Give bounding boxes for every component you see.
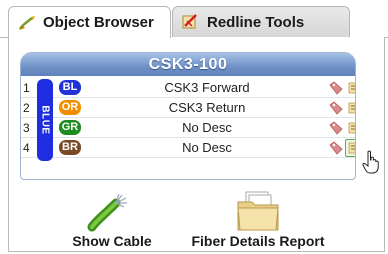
- tag-icon[interactable]: [329, 121, 343, 135]
- table-row[interactable]: 4 BR No Desc: [21, 138, 356, 158]
- edit-details-icon[interactable]: [348, 141, 356, 155]
- tab-bar: Object Browser Redline Tools: [0, 0, 388, 38]
- edit-details-icon[interactable]: [348, 121, 356, 135]
- fiber-description: No Desc: [182, 120, 232, 135]
- tab-redline-tools-label: Redline Tools: [207, 13, 305, 31]
- folder-report-icon[interactable]: [236, 190, 280, 232]
- row-number: 1: [23, 81, 30, 95]
- object-browser-icon: [18, 15, 35, 30]
- hand-pointer-icon: [362, 150, 379, 174]
- buffer-tube-blue: BLUE: [37, 79, 53, 161]
- redline-tools-icon: [182, 14, 197, 29]
- fiber-description: No Desc: [182, 140, 232, 155]
- fiber-description: CSK3 Forward: [164, 80, 250, 95]
- tag-icon[interactable]: [329, 141, 343, 155]
- tab-object-browser-label: Object Browser: [43, 14, 154, 31]
- fiber-color-badge: BR: [59, 140, 81, 155]
- fiber-color-badge: BL: [59, 80, 81, 95]
- fiber-details-report-label: Fiber Details Report: [191, 233, 325, 249]
- cable-title: CSK3-100: [21, 53, 355, 76]
- cable-table: CSK3-100 1 BL CSK3 Forward 2 OR CSK3 Ret…: [20, 52, 356, 180]
- tag-icon[interactable]: [329, 81, 343, 95]
- row-number: 2: [23, 101, 30, 115]
- show-cable-label: Show Cable: [72, 233, 152, 249]
- edit-details-icon[interactable]: [348, 101, 356, 115]
- tab-object-browser[interactable]: Object Browser: [8, 6, 171, 38]
- table-row[interactable]: 1 BL CSK3 Forward: [21, 78, 356, 98]
- row-number: 4: [23, 141, 30, 155]
- fiber-cable-icon[interactable]: [86, 193, 130, 233]
- tab-redline-tools[interactable]: Redline Tools: [172, 6, 350, 37]
- table-row[interactable]: 3 GR No Desc: [21, 118, 356, 138]
- fiber-color-badge: GR: [59, 120, 81, 135]
- edit-details-icon[interactable]: [348, 81, 356, 95]
- tag-icon[interactable]: [329, 101, 343, 115]
- fiber-color-badge: OR: [59, 100, 81, 115]
- row-number: 3: [23, 121, 30, 135]
- buffer-tube-label: BLUE: [39, 105, 51, 135]
- fiber-description: CSK3 Return: [168, 100, 246, 115]
- table-row[interactable]: 2 OR CSK3 Return: [21, 98, 356, 118]
